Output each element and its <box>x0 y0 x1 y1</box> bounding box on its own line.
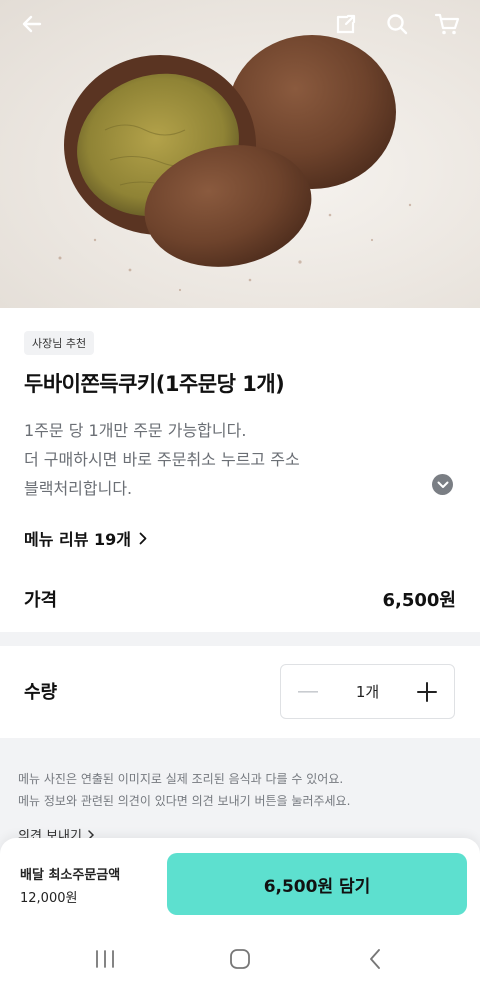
bottom-order-bar: 배달 최소주문금액 12,000원 6,500원 담기 <box>0 838 480 928</box>
back-button[interactable] <box>14 6 50 42</box>
add-to-cart-button[interactable]: 6,500원 담기 <box>167 853 467 915</box>
search-icon <box>387 14 408 35</box>
description-line: 더 구매하시면 바로 주문취소 누르고 주소 <box>24 450 300 469</box>
system-navigation-bar <box>0 928 480 988</box>
recent-apps-icon <box>96 950 114 968</box>
home-icon <box>230 949 250 969</box>
notice-line: 메뉴 정보와 관련된 의견이 있다면 의견 보내기 버튼을 눌러주세요. <box>18 794 351 808</box>
cart-icon <box>434 13 460 35</box>
chevron-right-icon <box>139 532 147 544</box>
quantity-label: 수량 <box>24 682 58 703</box>
chevron-down-icon <box>437 481 448 488</box>
decrease-button[interactable] <box>295 679 321 705</box>
product-description: 1주문 당 1개만 주문 가능합니다. 더 구매하시면 바로 주문취소 누르고 … <box>24 416 414 503</box>
search-button[interactable] <box>379 6 415 42</box>
quantity-stepper: 1개 <box>280 664 455 719</box>
menu-review-link[interactable]: 메뉴 리뷰 19개 <box>24 526 147 550</box>
min-order-value: 12,000원 <box>20 891 78 906</box>
product-image <box>0 0 480 308</box>
system-back-icon <box>370 949 380 969</box>
description-line: 1주문 당 1개만 주문 가능합니다. <box>24 421 247 440</box>
review-link-label: 메뉴 리뷰 19개 <box>24 530 132 549</box>
back-arrow-icon <box>22 15 42 33</box>
notice-line: 메뉴 사진은 연출된 이미지로 실제 조리된 음식과 다를 수 있어요. <box>18 772 344 786</box>
quantity-value: 1개 <box>355 683 380 701</box>
home-button[interactable] <box>225 946 255 972</box>
min-order-label: 배달 최소주문금액 <box>20 868 121 883</box>
cart-button[interactable] <box>429 6 465 42</box>
price-label: 가격 <box>24 590 58 611</box>
share-button[interactable] <box>328 6 364 42</box>
recent-apps-button[interactable] <box>90 946 120 972</box>
product-title: 두바이쫀득쿠키(1주문당 1개) <box>24 372 285 396</box>
increase-button[interactable] <box>414 679 440 705</box>
minus-icon <box>298 690 318 693</box>
recommend-badge: 사장님 추천 <box>24 331 95 355</box>
expand-description-button[interactable] <box>432 474 453 495</box>
description-line: 블랙처리합니다. <box>24 479 133 498</box>
section-divider <box>0 632 480 646</box>
price-row: 가격 6,500원 <box>24 586 456 612</box>
price-value: 6,500원 <box>382 590 457 611</box>
system-back-button[interactable] <box>360 946 390 972</box>
plus-icon <box>417 681 437 702</box>
share-icon <box>336 14 356 34</box>
